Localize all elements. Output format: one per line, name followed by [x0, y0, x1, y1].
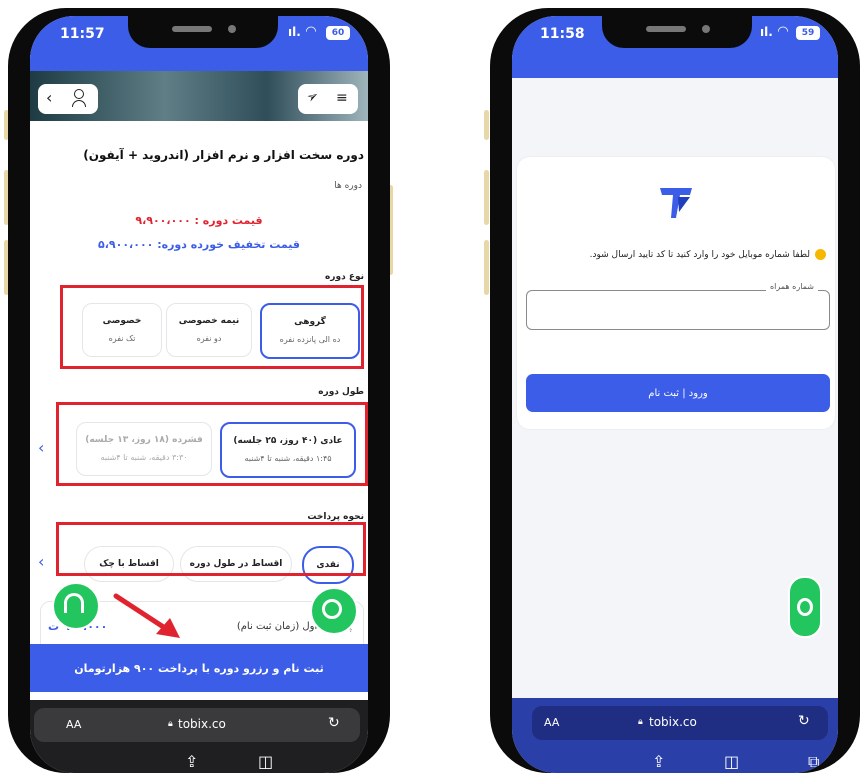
phone-input-label: شماره همراه: [765, 282, 818, 291]
left-screen: 11:57 ıl. ◠ 60 ‹ ➢ ≡ دوره سخت افزار و نر…: [30, 16, 368, 773]
chat-bubble-icon: [322, 599, 342, 619]
share-toolbar-icon[interactable]: ⇪: [185, 752, 198, 771]
hamburger-icon[interactable]: ≡: [336, 90, 348, 106]
old-price: قیمت دوره : ۹،۹۰۰،۰۰۰: [135, 214, 263, 227]
url-text[interactable]: tobix.co: [649, 715, 697, 729]
course-title: دوره سخت افزار و نرم افزار (اندروید + آی…: [83, 148, 364, 162]
left-phone: 11:57 ıl. ◠ 60 ‹ ➢ ≡ دوره سخت افزار و نر…: [8, 8, 390, 773]
lock-icon: 🔒︎: [638, 717, 643, 727]
url-text[interactable]: tobix.co: [178, 717, 226, 731]
bookmarks-icon[interactable]: ◫: [258, 752, 273, 771]
whatsapp-button[interactable]: [788, 576, 822, 638]
right-phone: 11:58 ıl. ◠ 59 لطفا شماره موبایل خود را …: [490, 8, 860, 773]
user-icon[interactable]: [72, 89, 86, 107]
share-toolbar-icon[interactable]: ⇪: [652, 752, 665, 771]
back-chevron-icon: ‹: [46, 88, 53, 107]
duration-prev-chevron-icon[interactable]: ‹: [38, 438, 44, 457]
login-button[interactable]: ورود | ثبت نام: [526, 374, 830, 412]
headset-icon: [64, 593, 84, 613]
register-cta-button[interactable]: ثبت نام و رزرو دوره با پرداخت ۹۰۰ هزارتو…: [30, 644, 368, 692]
instruction-text: لطفا شماره موبایل خود را وارد کنید تا کد…: [589, 250, 810, 260]
highlight-payment: [56, 522, 366, 576]
reload-icon[interactable]: ↻: [798, 713, 810, 729]
warning-icon: [815, 249, 826, 260]
text-size-button[interactable]: AA: [544, 716, 559, 729]
wifi-icon: ◠: [778, 24, 788, 39]
whatsapp-button[interactable]: [310, 587, 358, 635]
side-button: [484, 170, 489, 225]
bookmarks-icon[interactable]: ◫: [724, 752, 739, 771]
lock-icon: 🔒︎: [168, 719, 173, 729]
tabs-icon[interactable]: ⧉: [808, 752, 819, 772]
tobix-logo: [660, 188, 692, 218]
notch: [128, 16, 278, 48]
text-size-button[interactable]: AA: [66, 718, 81, 731]
login-instruction: لطفا شماره موبایل خود را وارد کنید تا کد…: [590, 249, 826, 260]
side-button: [484, 110, 489, 140]
red-arrow-icon: [113, 593, 180, 638]
highlight-course-type: [60, 285, 364, 369]
payment-label: نحوه پرداخت: [307, 512, 364, 522]
duration-label: طول دوره: [318, 387, 364, 397]
reload-icon[interactable]: ↻: [328, 715, 340, 731]
status-signal-icon: ıl.: [288, 25, 301, 39]
support-headset-button[interactable]: [52, 582, 100, 630]
notch: [602, 16, 752, 48]
highlight-duration: [56, 402, 368, 486]
breadcrumb[interactable]: دوره ها: [334, 181, 362, 191]
battery-icon: 60: [326, 26, 350, 40]
status-time: 11:58: [540, 26, 585, 42]
phone-input[interactable]: [526, 290, 830, 330]
right-screen: 11:58 ıl. ◠ 59 لطفا شماره موبایل خود را …: [512, 16, 838, 773]
side-button: [484, 240, 489, 295]
wifi-icon: ◠: [306, 24, 316, 39]
battery-icon: 59: [796, 26, 820, 40]
status-signal-icon: ıl.: [760, 25, 773, 39]
discount-price: قیمت تخفیف خورده دوره: ۵،۹۰۰،۰۰۰: [98, 238, 300, 251]
payment-prev-chevron-icon[interactable]: ‹: [38, 552, 44, 571]
chat-bubble-icon: [797, 598, 813, 616]
course-type-label: نوع دوره: [324, 272, 364, 282]
status-time: 11:57: [60, 26, 105, 42]
